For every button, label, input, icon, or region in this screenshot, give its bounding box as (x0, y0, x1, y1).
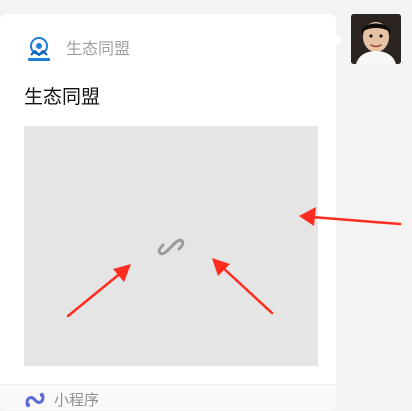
miniprogram-card[interactable]: 生态同盟 生态同盟 小程序 (0, 14, 336, 410)
brand-logo-icon (24, 34, 54, 64)
chat-pane: 生态同盟 生态同盟 小程序 (0, 0, 412, 411)
miniprogram-icon (24, 389, 46, 410)
user-avatar[interactable] (351, 14, 401, 64)
card-header: 生态同盟 (24, 34, 130, 64)
miniprogram-label: 小程序 (54, 390, 100, 409)
card-footer: 小程序 (0, 384, 336, 410)
bubble-tail (335, 33, 343, 47)
card-title: 生态同盟 (24, 86, 101, 108)
app-name: 生态同盟 (66, 39, 131, 58)
card-preview[interactable] (24, 126, 318, 366)
link-icon (156, 232, 186, 262)
